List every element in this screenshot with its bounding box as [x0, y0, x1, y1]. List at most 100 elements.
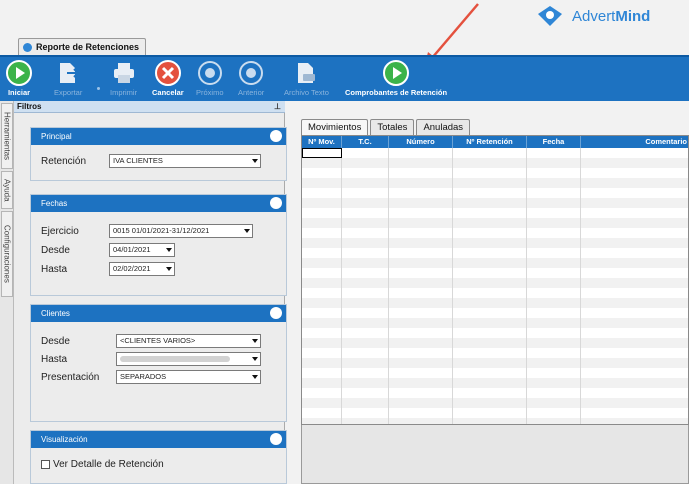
table-row[interactable]: [302, 368, 688, 378]
table-cell[interactable]: [342, 228, 389, 238]
table-cell[interactable]: [581, 188, 688, 198]
table-cell[interactable]: [581, 338, 688, 348]
table-row[interactable]: [302, 228, 688, 238]
table-cell[interactable]: [453, 178, 527, 188]
table-cell[interactable]: [581, 288, 688, 298]
table-row[interactable]: [302, 298, 688, 308]
table-cell[interactable]: [302, 198, 342, 208]
table-cell[interactable]: [453, 328, 527, 338]
next-button[interactable]: Próximo: [196, 60, 224, 97]
table-cell[interactable]: [453, 288, 527, 298]
export-button[interactable]: Exportar: [54, 60, 82, 97]
table-row[interactable]: [302, 238, 688, 248]
table-cell[interactable]: [302, 368, 342, 378]
principal-group-header[interactable]: Principal: [31, 128, 286, 145]
table-cell[interactable]: [342, 418, 389, 424]
table-cell[interactable]: [389, 198, 453, 208]
table-cell[interactable]: [342, 278, 389, 288]
table-cell[interactable]: [527, 148, 581, 158]
table-cell[interactable]: [527, 218, 581, 228]
table-cell[interactable]: [581, 168, 688, 178]
table-cell[interactable]: [527, 228, 581, 238]
side-tab-herramientas[interactable]: Herramientas: [1, 103, 13, 169]
table-cell[interactable]: [389, 398, 453, 408]
table-cell[interactable]: [342, 268, 389, 278]
table-cell[interactable]: [581, 368, 688, 378]
table-row[interactable]: [302, 178, 688, 188]
table-cell[interactable]: [342, 398, 389, 408]
table-cell[interactable]: [527, 368, 581, 378]
table-cell[interactable]: [453, 278, 527, 288]
table-row[interactable]: [302, 268, 688, 278]
table-cell[interactable]: [389, 148, 453, 158]
table-cell[interactable]: [302, 178, 342, 188]
table-cell[interactable]: [527, 238, 581, 248]
table-row[interactable]: [302, 358, 688, 368]
table-cell[interactable]: [581, 328, 688, 338]
table-cell[interactable]: [453, 398, 527, 408]
table-cell[interactable]: [527, 388, 581, 398]
table-cell[interactable]: [581, 358, 688, 368]
table-row[interactable]: [302, 188, 688, 198]
table-cell[interactable]: [389, 288, 453, 298]
table-cell[interactable]: [302, 258, 342, 268]
table-cell[interactable]: [527, 378, 581, 388]
table-cell[interactable]: [389, 408, 453, 418]
table-cell[interactable]: [389, 278, 453, 288]
table-cell[interactable]: [389, 328, 453, 338]
cliente-hasta-select[interactable]: [116, 352, 261, 366]
table-cell[interactable]: [527, 178, 581, 188]
collapse-toggle-icon[interactable]: [270, 130, 282, 142]
table-cell[interactable]: [389, 258, 453, 268]
table-cell[interactable]: [342, 348, 389, 358]
fechas-group-header[interactable]: Fechas: [31, 195, 286, 212]
table-cell[interactable]: [453, 168, 527, 178]
pin-icon[interactable]: ⊥: [274, 101, 281, 113]
table-cell[interactable]: [453, 318, 527, 328]
table-cell[interactable]: [342, 288, 389, 298]
table-cell[interactable]: [302, 238, 342, 248]
table-cell[interactable]: [302, 398, 342, 408]
table-cell[interactable]: [389, 188, 453, 198]
table-cell[interactable]: [389, 348, 453, 358]
table-row[interactable]: [302, 388, 688, 398]
table-cell[interactable]: [527, 358, 581, 368]
table-cell[interactable]: [453, 418, 527, 424]
table-cell[interactable]: [342, 238, 389, 248]
table-cell[interactable]: [302, 408, 342, 418]
table-cell[interactable]: [453, 388, 527, 398]
table-cell[interactable]: [453, 198, 527, 208]
column-header[interactable]: Número: [389, 136, 453, 148]
table-cell[interactable]: [342, 158, 389, 168]
table-cell[interactable]: [342, 328, 389, 338]
table-cell[interactable]: [342, 258, 389, 268]
table-cell[interactable]: [453, 408, 527, 418]
table-cell[interactable]: [389, 268, 453, 278]
table-cell[interactable]: [342, 388, 389, 398]
table-cell[interactable]: [342, 378, 389, 388]
table-cell[interactable]: [453, 368, 527, 378]
visualizacion-group-header[interactable]: Visualización: [31, 431, 286, 448]
cliente-desde-select[interactable]: <CLIENTES VARIOS>: [116, 334, 261, 348]
table-cell[interactable]: [342, 208, 389, 218]
table-row[interactable]: [302, 208, 688, 218]
table-cell[interactable]: [581, 348, 688, 358]
table-cell[interactable]: [302, 218, 342, 228]
table-cell[interactable]: [581, 268, 688, 278]
table-cell[interactable]: [389, 298, 453, 308]
print-button[interactable]: Imprimir: [110, 60, 137, 97]
table-row[interactable]: [302, 318, 688, 328]
table-cell[interactable]: [342, 178, 389, 188]
table-cell[interactable]: [527, 268, 581, 278]
retencion-select[interactable]: IVA CLIENTES: [109, 154, 261, 168]
start-button[interactable]: Iniciar: [6, 60, 32, 97]
table-cell[interactable]: [302, 208, 342, 218]
table-cell[interactable]: [302, 248, 342, 258]
table-cell[interactable]: [342, 298, 389, 308]
table-cell[interactable]: [302, 168, 342, 178]
collapse-toggle-icon[interactable]: [270, 197, 282, 209]
tab-anuladas[interactable]: Anuladas: [416, 119, 471, 135]
text-file-button[interactable]: Archivo Texto: [284, 60, 329, 97]
table-cell[interactable]: [581, 248, 688, 258]
table-cell[interactable]: [527, 208, 581, 218]
